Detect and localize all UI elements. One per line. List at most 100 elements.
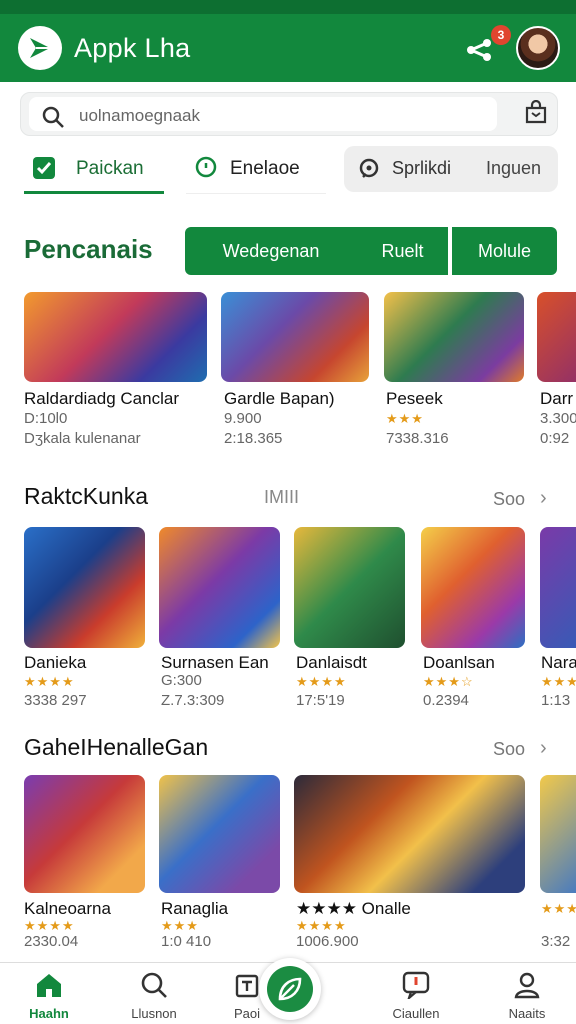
see-all-link[interactable]: Soo bbox=[493, 739, 525, 760]
game-thumbnail[interactable] bbox=[540, 775, 576, 893]
app-logo-icon[interactable] bbox=[18, 26, 62, 70]
search-icon bbox=[140, 972, 168, 1003]
pill-label-2: Inguen bbox=[486, 158, 542, 178]
section-title: GaheIHenalleGan bbox=[24, 734, 209, 760]
search-placeholder: uolnamoegnaak bbox=[79, 106, 200, 125]
rating-stars: ★★★ bbox=[161, 918, 199, 933]
nav-label: Llusnon bbox=[131, 1006, 177, 1021]
pill-label-1: Sprlikdi bbox=[392, 158, 452, 178]
rating-stars: ★★★ bbox=[541, 674, 576, 689]
card-meta: 2:18.365 bbox=[224, 430, 283, 447]
tab-label: Enelaoe bbox=[230, 158, 300, 179]
card-meta: 17:5'19 bbox=[296, 692, 345, 709]
card-meta: 0.2394 bbox=[423, 692, 469, 709]
shop-icon bbox=[233, 974, 261, 1003]
nav-label: Naaits bbox=[508, 1006, 546, 1021]
rating-stars: ★★★ bbox=[386, 411, 424, 426]
nav-search[interactable]: Llusnon bbox=[114, 971, 194, 1021]
segment-ruelt[interactable]: Ruelt bbox=[357, 227, 448, 275]
game-thumbnail[interactable] bbox=[24, 527, 145, 648]
card-title: Peseek bbox=[386, 389, 443, 408]
section-title: Pencanais bbox=[24, 234, 153, 264]
rating-stars: ★★★★ bbox=[296, 674, 347, 689]
search-icon bbox=[41, 105, 65, 134]
rating-stars: ★★★★ bbox=[24, 918, 75, 933]
card-meta: Dʒkala kulenanar bbox=[24, 430, 141, 447]
card-title: Danieka bbox=[24, 653, 87, 672]
section-title: RaktcKunka bbox=[24, 483, 149, 509]
game-thumbnail[interactable] bbox=[221, 292, 369, 382]
card-meta: 2330.04 bbox=[24, 933, 79, 950]
share-icon[interactable] bbox=[466, 38, 494, 67]
tab-label: Paickan bbox=[76, 158, 144, 179]
game-thumbnail[interactable] bbox=[24, 292, 207, 382]
segment-control: Wedegenan Ruelt Molule bbox=[185, 227, 557, 275]
card-title: ★★★★ Onalle bbox=[296, 899, 411, 918]
nav-home[interactable]: Haahn bbox=[9, 971, 89, 1021]
nav-profile[interactable]: Naaits bbox=[487, 971, 567, 1021]
notification-badge: 3 bbox=[491, 25, 511, 45]
game-thumbnail[interactable] bbox=[294, 775, 525, 893]
profile-icon bbox=[513, 972, 541, 1003]
card-title: Nara bbox=[541, 653, 576, 672]
card-title: Surnasen Ean bbox=[161, 653, 269, 672]
app-title: Appk Lha bbox=[74, 33, 191, 63]
card-meta: 1006.900 bbox=[296, 933, 359, 950]
location-pin-icon bbox=[194, 156, 218, 185]
search-input[interactable]: uolnamoegnaak bbox=[29, 97, 497, 131]
check-square-icon bbox=[32, 156, 56, 185]
section-aside: IMIII bbox=[264, 487, 299, 507]
card-meta: 3:32 bbox=[541, 933, 571, 950]
status-bar bbox=[0, 0, 576, 14]
card-meta: 9.900 bbox=[224, 410, 262, 427]
see-all-link[interactable]: Soo bbox=[493, 489, 525, 510]
chevron-right-icon[interactable]: › bbox=[540, 487, 547, 510]
bag-icon[interactable] bbox=[523, 99, 549, 131]
rating-stars: ★★★ bbox=[541, 901, 576, 916]
card-meta: 1:13 bbox=[541, 692, 571, 709]
game-thumbnail[interactable] bbox=[421, 527, 525, 648]
card-meta: 1:0 410 bbox=[161, 933, 212, 950]
nav-chat[interactable]: Ciaullen bbox=[376, 971, 456, 1021]
center-action-button[interactable] bbox=[259, 958, 321, 1020]
app-bar: Appk Lha 3 bbox=[0, 0, 576, 82]
avatar[interactable] bbox=[516, 26, 560, 70]
card-meta: D:10l0 bbox=[24, 410, 68, 427]
tab-enelaoe[interactable]: Enelaoe bbox=[186, 148, 326, 194]
card-meta: 3338 297 bbox=[24, 692, 87, 709]
card-title: Gardle Bapan) bbox=[224, 389, 335, 408]
card-meta: 7338.316 bbox=[386, 430, 449, 447]
rating-stars: ★★★★ bbox=[296, 918, 347, 933]
search-bar: uolnamoegnaak bbox=[20, 92, 558, 136]
segment-molule[interactable]: Molule bbox=[452, 227, 557, 275]
card-meta: 3.300 bbox=[540, 410, 576, 427]
chevron-right-icon[interactable]: › bbox=[540, 737, 547, 760]
game-thumbnail[interactable] bbox=[24, 775, 145, 893]
leaf-icon bbox=[267, 966, 313, 1012]
card-title: Darr bbox=[540, 389, 574, 408]
card-title: Ranaglia bbox=[161, 899, 229, 918]
game-thumbnail[interactable] bbox=[294, 527, 405, 648]
rating-stars: ★★★☆ bbox=[423, 674, 474, 689]
game-thumbnail[interactable] bbox=[159, 775, 280, 893]
card-title: Doanlsan bbox=[423, 653, 495, 672]
tab-paickan[interactable]: Paickan bbox=[24, 148, 164, 194]
card-title: Raldardiadg Canclar bbox=[24, 389, 179, 408]
filter-pill[interactable]: Sprlikdi Inguen bbox=[344, 146, 558, 192]
chat-icon bbox=[401, 971, 431, 1003]
card-meta: 0:92 bbox=[540, 430, 570, 447]
game-thumbnail[interactable] bbox=[537, 292, 576, 382]
game-thumbnail[interactable] bbox=[159, 527, 280, 648]
segment-wedegenan[interactable]: Wedegenan bbox=[185, 227, 357, 275]
card-meta: Z.7.3:309 bbox=[161, 692, 225, 709]
game-thumbnail[interactable] bbox=[384, 292, 524, 382]
chat-bubble-icon bbox=[358, 158, 380, 185]
nav-label: Ciaullen bbox=[392, 1006, 440, 1021]
home-icon bbox=[34, 974, 64, 1003]
card-meta: G:300 bbox=[161, 672, 202, 689]
card-title: Danlaisdt bbox=[296, 653, 367, 672]
nav-label: Haahn bbox=[29, 1006, 69, 1021]
game-thumbnail[interactable] bbox=[540, 527, 576, 648]
card-title: Kalneoarna bbox=[24, 899, 111, 918]
rating-stars: ★★★★ bbox=[24, 674, 75, 689]
